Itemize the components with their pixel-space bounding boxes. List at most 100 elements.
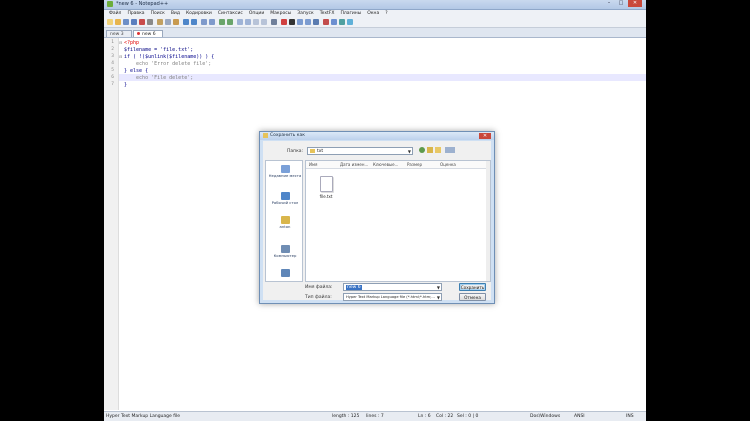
zoom-in-icon[interactable] (219, 19, 225, 25)
spell-check-icon[interactable] (323, 19, 329, 25)
plugin-c-icon[interactable] (347, 19, 353, 25)
up-folder-icon[interactable] (427, 147, 433, 153)
place-computer[interactable]: Компьютер (266, 245, 304, 259)
undo-icon[interactable] (183, 19, 189, 25)
place-recent[interactable]: Недавние места (266, 165, 304, 179)
filetype-label: Тип файла: (305, 295, 332, 300)
file-list-scrollbar[interactable] (486, 161, 490, 281)
menu-options[interactable]: Опции (246, 10, 267, 17)
network-icon (280, 269, 290, 277)
view-menu-icon[interactable] (445, 147, 455, 153)
dialog-title: Сохранить как (270, 133, 305, 138)
filename-value: new 6 (346, 285, 362, 290)
status-length: length : 125 (332, 414, 360, 419)
folder-combo[interactable]: txt ▼ (307, 147, 413, 155)
filename-input[interactable]: new 6 ▼ (343, 283, 442, 291)
menu-help[interactable]: ? (382, 10, 390, 17)
file-list[interactable]: Имя Дата измен... Ключевые... Размер Оце… (305, 160, 491, 282)
place-desktop[interactable]: Рабочий стол (266, 192, 304, 206)
file-name: file.txt (319, 194, 333, 199)
line-number: 1 (111, 40, 114, 45)
place-network[interactable] (266, 269, 304, 277)
copy-icon[interactable] (165, 19, 171, 25)
folder-icon (310, 148, 315, 153)
paste-icon[interactable] (173, 19, 179, 25)
redo-icon[interactable] (191, 19, 197, 25)
menu-file[interactable]: Файл (106, 10, 124, 17)
status-lines: lines : 7 (366, 414, 384, 419)
fold-minus-icon[interactable]: ⊟ (119, 54, 122, 59)
save-all-icon[interactable] (131, 19, 137, 25)
show-all-chars-icon[interactable] (253, 19, 259, 25)
column-tags[interactable]: Ключевые... (373, 161, 398, 168)
code-line: <?php (124, 40, 140, 46)
menu-textfx[interactable]: TextFX (317, 10, 338, 17)
menu-plugins[interactable]: Плагины (337, 10, 364, 17)
back-icon[interactable] (419, 147, 425, 153)
play-macro-icon[interactable] (297, 19, 303, 25)
dialog-body: Папка: txt ▼ Недавние места Рабочий стол… (263, 141, 491, 301)
cancel-button[interactable]: Отмена (459, 293, 486, 301)
menu-run[interactable]: Запуск (294, 10, 316, 17)
place-user[interactable]: anton (266, 216, 304, 230)
zoom-out-icon[interactable] (227, 19, 233, 25)
menu-encoding[interactable]: Кодировки (183, 10, 215, 17)
menu-search[interactable]: Поиск (148, 10, 168, 17)
filename-label: Имя файла: (305, 285, 333, 290)
minimize-button[interactable]: – (604, 0, 614, 7)
save-button[interactable]: Сохранить (459, 283, 486, 291)
run-macro-multiple-icon[interactable] (305, 19, 311, 25)
menu-edit[interactable]: Правка (124, 10, 147, 17)
window-title: *new 6 - Notepad++ (116, 1, 169, 7)
column-date[interactable]: Дата измен... (340, 161, 368, 168)
plugin-b-icon[interactable] (339, 19, 345, 25)
line-number: 4 (111, 61, 114, 66)
desktop-icon (280, 192, 290, 200)
tab-new-3-label: new 3 (110, 32, 124, 37)
status-eol: Dos\Windows (530, 414, 561, 419)
dialog-title-bar: Сохранить как ✕ (260, 132, 494, 140)
window-controls: – □ ✕ (604, 0, 642, 7)
menu-windows[interactable]: Окна (364, 10, 382, 17)
text-file-icon (319, 176, 333, 192)
open-file-icon[interactable] (115, 19, 121, 25)
column-name[interactable]: Имя (309, 161, 317, 168)
sync-scroll-icon[interactable] (237, 19, 243, 25)
print-icon[interactable] (147, 19, 153, 25)
close-button[interactable]: ✕ (628, 0, 642, 7)
cut-icon[interactable] (157, 19, 163, 25)
tab-new-6[interactable]: new 6 (133, 30, 163, 37)
dialog-close-button[interactable]: ✕ (479, 133, 491, 139)
plugin-a-icon[interactable] (331, 19, 337, 25)
replace-icon[interactable] (209, 19, 215, 25)
line-number: 6 (111, 75, 114, 80)
code-line: echo 'Error delete file'; (124, 61, 212, 67)
save-icon[interactable] (123, 19, 129, 25)
close-file-icon[interactable] (139, 19, 145, 25)
filetype-select[interactable]: Hyper Text Markup Language file (*.html;… (343, 293, 442, 301)
find-icon[interactable] (201, 19, 207, 25)
menu-syntax[interactable]: Синтаксис (215, 10, 246, 17)
maximize-button[interactable]: □ (616, 0, 626, 7)
code-line: } else { (124, 68, 149, 74)
new-folder-icon[interactable] (435, 147, 441, 153)
tab-new-3[interactable]: new 3 (106, 30, 132, 37)
fold-minus-icon[interactable]: ⊟ (119, 40, 122, 45)
column-rating[interactable]: Оценка (440, 161, 456, 168)
menu-macros[interactable]: Макросы (267, 10, 294, 17)
tab-new-6-label: new 6 (142, 32, 156, 37)
file-item[interactable]: file.txt (316, 176, 336, 199)
indent-guide-icon[interactable] (261, 19, 267, 25)
chevron-down-icon: ▼ (436, 295, 440, 300)
computer-icon (280, 245, 290, 253)
word-wrap-icon[interactable] (245, 19, 251, 25)
user-language-icon[interactable] (271, 19, 277, 25)
place-label: Рабочий стол (271, 200, 299, 205)
save-macro-icon[interactable] (313, 19, 319, 25)
new-file-icon[interactable] (107, 19, 113, 25)
menu-view[interactable]: Вид (168, 10, 183, 17)
column-size[interactable]: Размер (407, 161, 422, 168)
menu-bar: Файл Правка Поиск Вид Кодировки Синтакси… (104, 10, 646, 17)
record-macro-icon[interactable] (281, 19, 287, 25)
stop-macro-icon[interactable] (289, 19, 295, 25)
